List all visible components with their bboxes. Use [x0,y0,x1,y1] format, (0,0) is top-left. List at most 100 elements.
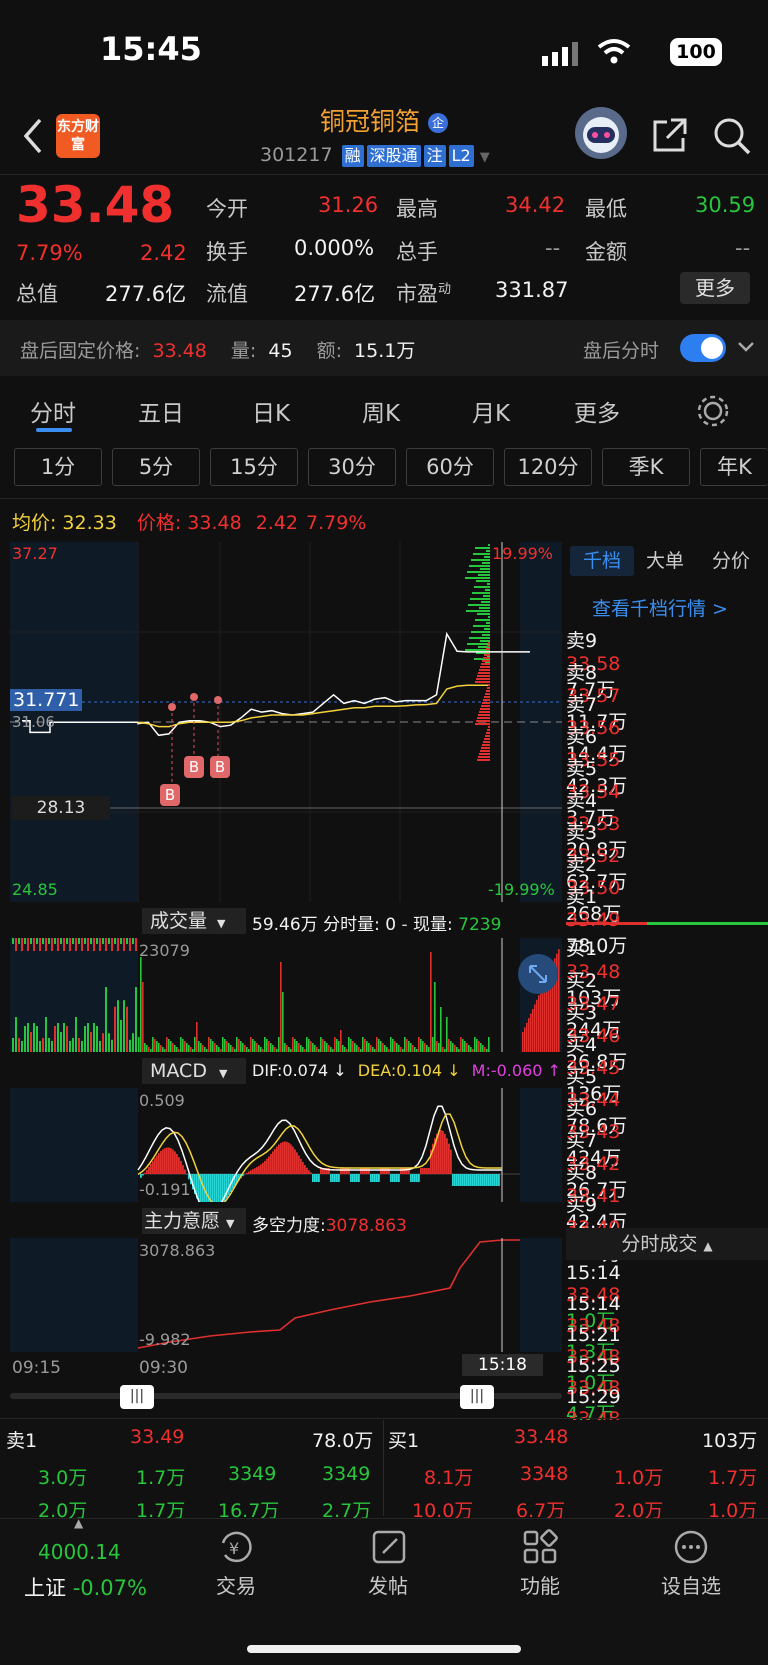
buy-marker-badge[interactable]: B [160,784,180,806]
more-dots-icon[interactable] [673,1529,709,1569]
chevron-down-icon[interactable] [736,336,756,360]
share-icon[interactable] [651,116,689,158]
ask-label: 卖5 [566,758,598,780]
tab-monthly-k[interactable]: 月K [472,394,510,428]
crosshair-time-label: 15:18 [462,1354,543,1376]
main-force-info: 多空力度:3078.863 [252,1216,407,1236]
tab-more[interactable]: 更多 [574,394,620,428]
more-button[interactable]: 更多 [680,272,750,304]
bid-label: 买1 [566,938,598,960]
ask-row[interactable]: 卖5 33.54 3.7万 [566,754,768,829]
post-icon[interactable] [371,1529,407,1569]
robot-avatar[interactable] [575,107,627,159]
stock-code-row[interactable]: 301217 融深股通注 L2 ▼ [260,144,490,167]
depth-link[interactable]: 查看千档行情 > [592,594,728,621]
main-force-indicator-select[interactable]: 主力意愿 ▼ [142,1208,246,1234]
bid-row[interactable]: 买8 33.41 42.4万 [566,1158,768,1233]
bid-row[interactable]: 买5 33.44 78.6万 [566,1062,768,1137]
tick-time: 15:29 [566,1386,621,1408]
ask-row[interactable]: 卖1 33.49 78.0万 [566,882,768,957]
nav-functions[interactable]: 功能 [490,1570,590,1599]
bid-row[interactable]: 买1 33.48 103万 [566,934,768,1009]
tab-big-orders[interactable]: 大单 [646,546,684,576]
status-time: 15:45 [100,30,202,68]
tab-depth[interactable]: 千档 [570,546,634,576]
price-chart[interactable] [10,542,562,902]
macd-indicator-select[interactable]: MACD ▼ [142,1058,246,1084]
tab-daily-k[interactable]: 日K [252,394,290,428]
ask-row[interactable]: 卖2 33.50 268万 [566,850,768,925]
amount-label: 金额 [585,240,627,264]
nav-add-watchlist[interactable]: 设自选 [641,1570,741,1599]
ask-row[interactable]: 卖9 33.58 7.7万 [566,626,768,701]
tick-trade-row: 15:2933.483348 [566,1386,768,1452]
signal-icon [542,42,582,70]
ask-label: 卖4 [566,790,598,812]
ask-row[interactable]: 卖8 33.57 11.7万 [566,658,768,733]
index-value[interactable]: 4000.14 [38,1540,121,1564]
tab-intraday[interactable]: 分时 [30,394,76,428]
buy-marker-badge[interactable]: B [184,756,204,778]
period-15min[interactable]: 15分 [210,448,298,486]
gear-icon[interactable] [696,394,730,432]
bid-row[interactable]: 买933.40114万 [566,1190,768,1265]
low-value: 30.59 [695,193,756,217]
bid-row[interactable]: 买6 33.43 424万 [566,1094,768,1169]
volume-chart[interactable] [10,938,562,1052]
tick-trade-row: 15:14 33.48 1.3万 [566,1293,768,1363]
volume-indicator-select[interactable]: 成交量 ▼ [142,908,246,934]
pct-bottom-label: -19.99% [488,880,555,899]
slider-left-handle[interactable]: ||| [120,1385,154,1409]
tick-time: 15:14 [566,1293,621,1315]
bid-row[interactable]: 买3 33.46 26.8万 [566,998,768,1073]
ask-row[interactable]: 卖4 33.53 20.8万 [566,786,768,861]
functions-icon[interactable] [522,1529,558,1569]
bid-row[interactable]: 买7 33.42 26.7万 [566,1126,768,1201]
tick-trade-row: 15:21 33.48 1.0万 [566,1324,768,1394]
period-5min[interactable]: 5分 [112,448,200,486]
ask-label: 卖9 [566,630,598,652]
bid-row[interactable]: 买2 33.47 244万 [566,966,768,1041]
search-icon[interactable] [712,116,752,160]
expand-icon[interactable] [518,954,558,994]
period-30min[interactable]: 30分 [308,448,396,486]
ask-queue-item: 3.0万 [38,1467,88,1489]
nav-post[interactable]: 发帖 [338,1570,438,1599]
bid-row[interactable]: 买4 33.45 136万 [566,1030,768,1105]
tab-5day[interactable]: 五日 [138,394,184,428]
bid1-price: 33.48 [514,1426,569,1448]
period-60min[interactable]: 60分 [406,448,494,486]
tab-weekly-k[interactable]: 周K [362,394,400,428]
main-force-chart[interactable] [10,1238,562,1352]
low-label: 最低 [585,197,627,221]
trade-icon[interactable]: ¥ [217,1529,255,1569]
bid1-volume: 103万 [702,1430,758,1452]
ask1-volume: 78.0万 [312,1430,374,1452]
period-1min[interactable]: 1分 [14,448,102,486]
macd-chart[interactable] [10,1088,562,1202]
buy-marker-badge[interactable]: B [210,756,230,778]
slider-right-handle[interactable]: ||| [460,1385,494,1409]
ask-row[interactable]: 卖6 33.55 42.3万 [566,722,768,797]
pct-top-label: 19.99% [492,544,554,563]
battery-icon: 100 [670,38,722,66]
bid-queue-item: 1.7万 [708,1467,758,1489]
tick-trades-header[interactable]: 分时成交 ▲ [566,1228,768,1260]
index-quote[interactable]: 上证 -0.07% [24,1572,147,1602]
period-quarter-k[interactable]: 季K [602,448,690,486]
nav-trade[interactable]: 交易 [186,1570,286,1599]
y-bottom-label: 24.85 [12,880,58,899]
bid1-label: 买1 [388,1430,420,1452]
open-value: 31.26 [318,193,379,217]
main-force-ymax: 3078.863 [139,1241,216,1260]
float-value: 277.6亿 [294,282,376,306]
home-indicator [247,1645,521,1653]
ask-label: 卖1 [566,886,598,908]
period-120min[interactable]: 120分 [504,448,592,486]
after-hours-toggle[interactable] [680,334,726,362]
tab-price-dist[interactable]: 分价 [712,546,750,576]
ask-row[interactable]: 卖7 33.56 14.4万 [566,690,768,765]
period-year-k[interactable]: 年K [700,448,768,486]
ask-row[interactable]: 卖3 33.52 62.7万 [566,818,768,893]
bid-queue-item: 1.0万 [614,1467,664,1489]
